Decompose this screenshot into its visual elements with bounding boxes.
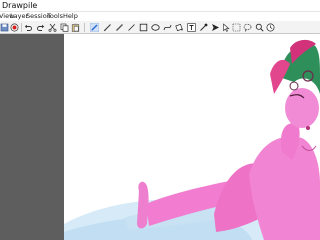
text-icon[interactable]: [187, 23, 196, 32]
menu-help[interactable]: Help: [63, 12, 78, 21]
chest-detail: [306, 126, 310, 130]
toolbar-separator: [84, 23, 85, 32]
copy-icon[interactable]: [60, 23, 69, 32]
inspector-icon[interactable]: [266, 23, 275, 32]
paste-icon[interactable]: [71, 23, 80, 32]
dock-panel: [0, 34, 64, 240]
face: [285, 88, 319, 128]
cut-icon[interactable]: [48, 23, 57, 32]
zoom-icon[interactable]: [255, 23, 264, 32]
record-icon[interactable]: [10, 23, 19, 32]
rectangle-icon[interactable]: [139, 23, 148, 32]
title-bar: Drawpile: [0, 0, 320, 12]
save-icon[interactable]: [0, 23, 9, 32]
lasso-icon[interactable]: [243, 23, 252, 32]
ellipse-icon[interactable]: [151, 23, 160, 32]
eraser-icon[interactable]: [115, 23, 124, 32]
window-title: Drawpile: [2, 1, 38, 10]
menu-bar: View Layer Session Tools Help: [0, 12, 320, 21]
drawing-canvas[interactable]: [64, 34, 320, 240]
bezier-icon[interactable]: [163, 23, 172, 32]
line-icon[interactable]: [127, 23, 136, 32]
color-picker-icon[interactable]: [199, 23, 208, 32]
artwork: [64, 39, 320, 240]
undo-icon[interactable]: [24, 23, 33, 32]
toolbar: [0, 21, 320, 34]
redo-icon[interactable]: [36, 23, 45, 32]
hair-curl: [289, 81, 299, 91]
toolbar-separator: [21, 23, 22, 32]
selection-icon[interactable]: [222, 23, 231, 32]
brush-icon[interactable]: [103, 23, 112, 32]
menu-tools[interactable]: Tools: [47, 12, 63, 21]
fill-icon[interactable]: [175, 23, 184, 32]
transform-select-icon[interactable]: [232, 23, 241, 32]
laser-pointer-icon[interactable]: [211, 23, 220, 32]
pen-icon[interactable]: [90, 23, 99, 32]
